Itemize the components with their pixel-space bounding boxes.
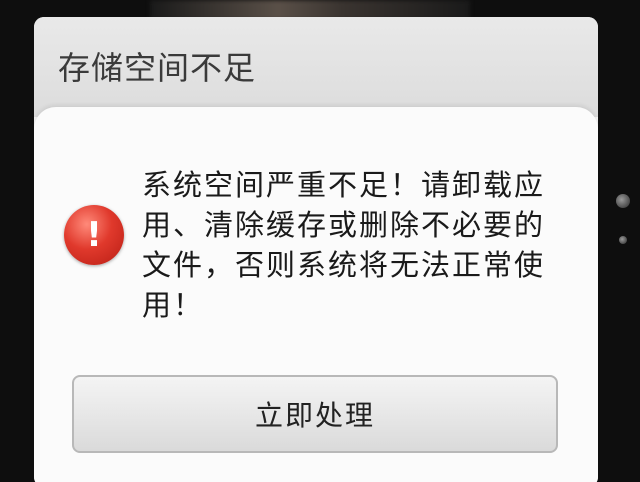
alert-icon: !: [64, 205, 124, 265]
exclamation-glyph: !: [86, 215, 102, 255]
dialog-body: ! 系统空间严重不足！请卸载应用、清除缓存或删除不必要的文件，否则系统将无法正常…: [34, 107, 598, 482]
handle-now-button[interactable]: 立即处理: [72, 375, 558, 453]
storage-warning-dialog: 存储空间不足 ! 系统空间严重不足！请卸载应用、清除缓存或删除不必要的文件，否则…: [34, 17, 598, 482]
side-sensor: [619, 236, 627, 244]
dialog-header: 存储空间不足: [34, 17, 598, 117]
volume-button: [616, 194, 630, 208]
dialog-title: 存储空间不足: [58, 49, 257, 87]
dialog-message: 系统空间严重不足！请卸载应用、清除缓存或删除不必要的文件，否则系统将无法正常使用…: [142, 168, 546, 322]
